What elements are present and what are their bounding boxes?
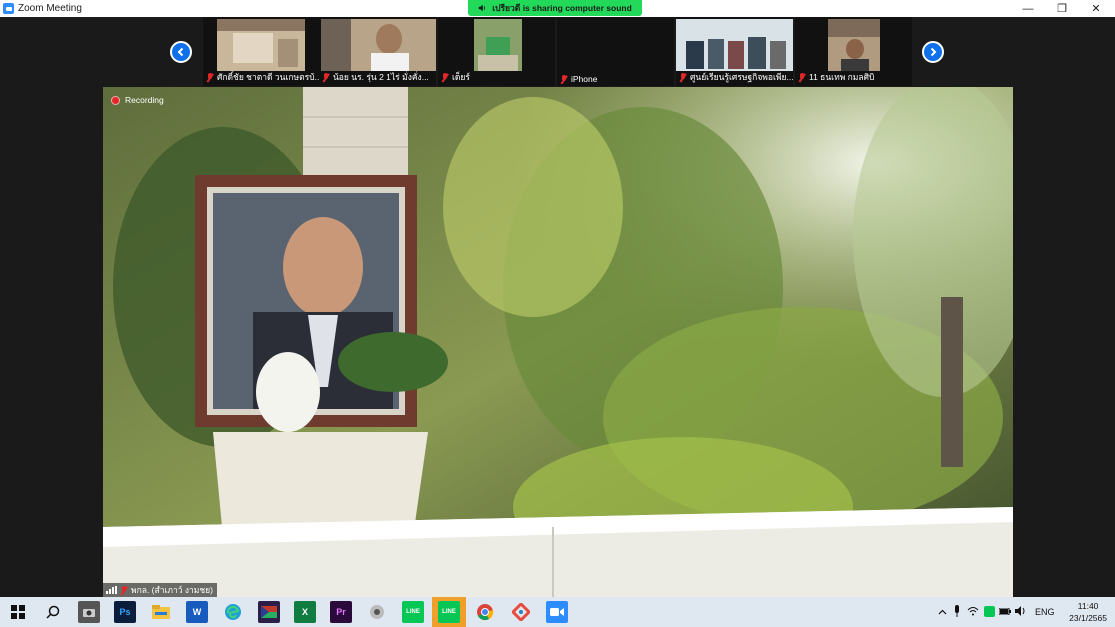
speaker-icon xyxy=(478,4,486,12)
minimize-button[interactable]: — xyxy=(1013,0,1043,17)
close-button[interactable]: ✕ xyxy=(1081,0,1111,17)
camera-app-icon[interactable] xyxy=(78,601,100,623)
participant-tile[interactable]: 11 ธนเทพ กมลศิบิ xyxy=(795,17,912,86)
participant-video xyxy=(474,19,522,71)
participant-name: ศูนย์เรียนรู้เศรษฐกิจพอเพีย... xyxy=(679,70,793,84)
sharing-sound-text: เปรียวดี is sharing computer sound xyxy=(492,3,632,13)
line-icon[interactable]: LINE xyxy=(402,601,424,623)
clock-date: 23/1/2565 xyxy=(1069,613,1107,623)
mic-muted-icon xyxy=(322,72,330,82)
speaker-name: พกล. (สำเภาว์ งามชย) xyxy=(131,585,213,595)
participant-tile[interactable]: ศูนย์เรียนรู้เศรษฐกิจพอเพีย... xyxy=(676,17,793,86)
clock[interactable]: 11:40 23/1/2565 xyxy=(1069,600,1107,624)
participant-tile[interactable]: ศักดิ์ชัย ชาตาดี วนเกษตรบ้... xyxy=(203,17,320,86)
gallery-icon[interactable] xyxy=(258,601,280,623)
premiere-icon[interactable]: Pr xyxy=(330,601,352,623)
record-dot-icon xyxy=(111,95,120,105)
chevron-right-icon xyxy=(930,47,937,57)
line-icon-2[interactable]: LINE xyxy=(438,601,460,623)
participant-video xyxy=(217,19,305,71)
title-bar: Zoom Meeting เปรียวดี is sharing compute… xyxy=(0,0,1115,17)
participant-tile[interactable]: iPhone xyxy=(557,17,674,86)
file-explorer-icon[interactable] xyxy=(150,601,172,623)
participant-tile[interactable]: เด็ยร์ xyxy=(438,17,555,86)
sharing-sound-banner[interactable]: เปรียวดี is sharing computer sound xyxy=(468,0,642,16)
mic-muted-icon xyxy=(441,72,449,82)
mic-muted-icon xyxy=(206,72,214,82)
participant-tile[interactable]: น้อย นร. รุ่น 2 1ไร่ มั่งคั่ง... xyxy=(319,17,436,86)
mic-muted-icon xyxy=(798,72,806,82)
mic-muted-icon xyxy=(120,585,128,595)
participant-name: น้อย นร. รุ่น 2 1ไร่ มั่งคั่ง... xyxy=(322,70,429,84)
recording-label: Recording xyxy=(125,95,164,105)
photos-icon[interactable] xyxy=(510,601,532,623)
photoshop-icon[interactable]: Ps xyxy=(114,601,136,623)
participant-video xyxy=(557,19,674,71)
restore-button[interactable]: ❐ xyxy=(1047,0,1077,17)
participant-name: 11 ธนเทพ กมลศิบิ xyxy=(798,70,874,84)
volume-icon[interactable] xyxy=(1013,606,1029,618)
zoom-icon[interactable] xyxy=(546,601,568,623)
video-scene xyxy=(103,87,1013,597)
participant-video xyxy=(828,19,880,71)
clock-time: 11:40 xyxy=(1077,601,1099,611)
recording-indicator[interactable]: Recording xyxy=(111,95,164,105)
participant-video xyxy=(676,19,793,71)
language-indicator[interactable]: ENG xyxy=(1035,607,1055,617)
zoom-app-icon xyxy=(3,3,14,14)
participant-name: ศักดิ์ชัย ชาตาดี วนเกษตรบ้... xyxy=(206,70,320,84)
participant-name: เด็ยร์ xyxy=(441,70,470,84)
battery-icon[interactable] xyxy=(997,607,1013,617)
active-speaker-video[interactable]: Recording พกล. (สำเภาว์ งามชย) xyxy=(103,87,1013,597)
participant-name: iPhone xyxy=(560,74,597,84)
system-tray: ENG xyxy=(935,597,1055,627)
speaker-name-tag: พกล. (สำเภาว์ งามชย) xyxy=(103,583,217,597)
participant-video xyxy=(321,19,436,71)
media-icon[interactable] xyxy=(366,601,388,623)
wifi-icon[interactable] xyxy=(965,606,981,618)
mic-muted-icon xyxy=(679,72,687,82)
start-icon[interactable] xyxy=(7,601,29,623)
excel-icon[interactable]: X xyxy=(294,601,316,623)
word-icon[interactable]: W xyxy=(186,601,208,623)
mic-muted-icon xyxy=(560,74,568,84)
next-page-button[interactable] xyxy=(922,41,944,63)
microphone-icon[interactable] xyxy=(949,605,965,619)
edge-icon[interactable] xyxy=(222,601,244,623)
chevron-left-icon xyxy=(177,47,184,57)
windows-taskbar: Ps W X Pr LINE LINE ENG 11:40 23/1/2565 xyxy=(0,597,1115,627)
search-icon[interactable] xyxy=(42,601,64,623)
chevron-up-icon[interactable] xyxy=(935,607,949,617)
previous-page-button[interactable] xyxy=(170,41,192,63)
signal-bars-icon xyxy=(106,586,117,594)
window-title: Zoom Meeting xyxy=(18,3,82,14)
line-tray-icon[interactable] xyxy=(981,605,997,619)
chrome-icon[interactable] xyxy=(474,601,496,623)
